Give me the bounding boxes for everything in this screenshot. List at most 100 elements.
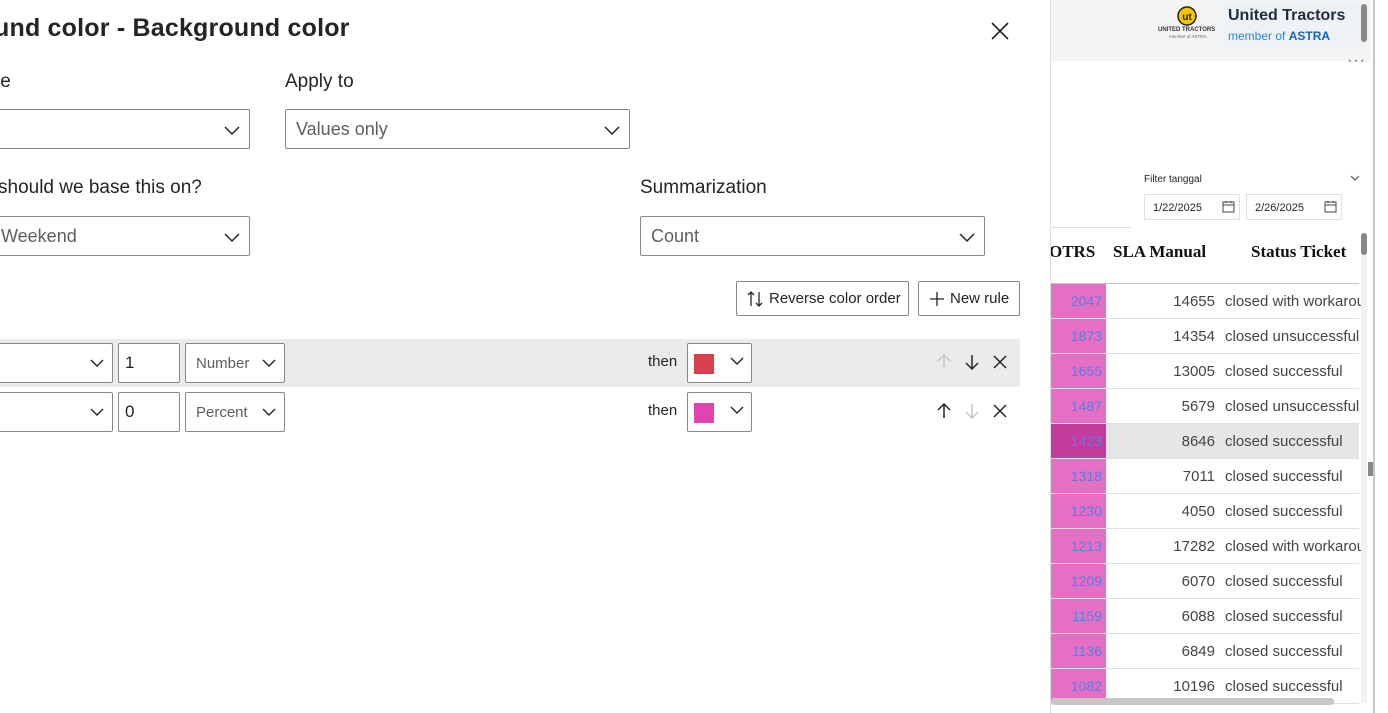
table-row[interactable]: 1213 17282 closed with workarou xyxy=(1051,529,1365,564)
start-date-value: 1/22/2025 xyxy=(1153,202,1202,214)
new-rule-button[interactable]: New rule xyxy=(918,281,1020,316)
sort-arrows-icon xyxy=(747,291,763,307)
table-row[interactable]: 1873 14354 closed unsuccessful xyxy=(1051,319,1359,354)
otrs-cell: 1159 xyxy=(1051,599,1106,633)
otrs-value: 1136 xyxy=(1071,643,1102,659)
sla-manual-value: 10196 xyxy=(1173,678,1215,695)
table-row[interactable]: 1318 7011 closed successful xyxy=(1051,459,1359,494)
plus-icon xyxy=(930,292,944,306)
status-ticket-value: closed unsuccessful xyxy=(1225,398,1360,415)
otrs-value: 1082 xyxy=(1070,678,1102,694)
status-ticket-value: closed with workarou xyxy=(1225,293,1366,310)
column-header-sla-manual[interactable]: SLA Manual xyxy=(1113,242,1206,262)
arrow-down-icon[interactable] xyxy=(963,353,981,371)
chevron-down-icon xyxy=(730,406,744,414)
otrs-value: 1655 xyxy=(1070,363,1102,379)
close-icon[interactable] xyxy=(988,19,1012,43)
sla-manual-value: 8646 xyxy=(1181,433,1215,450)
table-row[interactable]: 1209 6070 closed successful xyxy=(1051,564,1359,599)
arrow-down-icon[interactable] xyxy=(963,402,981,420)
table-row[interactable]: 1655 13005 closed successful xyxy=(1051,354,1359,389)
rule-type-dropdown[interactable]: Number xyxy=(185,343,285,383)
start-date-input[interactable]: 1/22/2025 xyxy=(1144,194,1240,220)
status-ticket-value: closed unsuccessful xyxy=(1225,328,1360,345)
arrow-up-icon[interactable] xyxy=(935,353,953,371)
arrow-up-icon[interactable] xyxy=(935,402,953,420)
logo-caption: UNITED TRACTORS xyxy=(1158,27,1216,33)
brand-box: United Tractors member of ASTRA xyxy=(1223,3,1363,47)
sla-manual-value: 6849 xyxy=(1181,643,1215,660)
table-row[interactable]: 1487 5679 closed unsuccessful xyxy=(1051,389,1359,424)
chevron-down-icon xyxy=(224,233,240,243)
otrs-cell: 1423 xyxy=(1051,424,1106,458)
reverse-color-order-button[interactable]: Reverse color order xyxy=(736,281,909,316)
sla-manual-value: 7011 xyxy=(1182,468,1215,485)
table-scrollbar-track[interactable] xyxy=(1361,233,1367,703)
based-on-value: Weekend xyxy=(1,226,77,246)
otrs-cell: 1318 xyxy=(1051,459,1106,493)
otrs-value: 1318 xyxy=(1070,468,1102,484)
otrs-value: 2047 xyxy=(1070,293,1102,309)
column-header-otrs[interactable]: OTRS xyxy=(1051,242,1095,262)
otrs-cell: 1655 xyxy=(1051,354,1106,388)
status-ticket-value: closed successful xyxy=(1225,363,1343,380)
more-options-icon[interactable]: ··· xyxy=(1347,52,1366,70)
rule-value-input[interactable] xyxy=(118,392,180,432)
sla-manual-value: 14655 xyxy=(1173,293,1215,310)
apply-to-dropdown[interactable]: Values only xyxy=(285,109,630,149)
apply-to-label: Apply to xyxy=(285,71,354,92)
table-row[interactable]: 1423 8646 closed successful xyxy=(1051,424,1359,459)
table-row[interactable]: 2047 14655 closed with workarou xyxy=(1051,284,1365,319)
calendar-icon[interactable] xyxy=(1222,200,1235,213)
sla-manual-value: 6070 xyxy=(1181,573,1215,590)
end-date-input[interactable]: 2/26/2025 xyxy=(1246,194,1342,220)
chevron-down-icon[interactable] xyxy=(1349,172,1361,184)
table-row[interactable]: 1136 6849 closed successful xyxy=(1051,634,1359,669)
rule-operator-dropdown[interactable] xyxy=(0,343,113,383)
table-scrollbar-thumb[interactable] xyxy=(1361,233,1367,255)
divider xyxy=(1051,227,1131,228)
rule-operator-dropdown[interactable] xyxy=(0,392,113,432)
logo-subcaption: member of ASTRA xyxy=(1169,34,1207,39)
column-header-status-ticket[interactable]: Status Ticket xyxy=(1251,242,1346,262)
table-horizontal-scrollbar[interactable] xyxy=(1051,698,1334,705)
sla-manual-value: 5679 xyxy=(1181,398,1215,415)
table-row[interactable]: 1159 6088 closed successful xyxy=(1051,599,1359,634)
based-on-field-dropdown[interactable]: Weekend xyxy=(0,216,250,256)
apply-to-value: Values only xyxy=(296,119,388,139)
filter-title: Filter tanggal xyxy=(1144,174,1202,185)
dialog-title: und color - Background color xyxy=(0,14,350,42)
otrs-cell: 2047 xyxy=(1051,284,1106,318)
otrs-cell: 1213 xyxy=(1051,529,1106,563)
new-rule-label: New rule xyxy=(950,290,1010,307)
rule-color-picker[interactable] xyxy=(687,392,752,432)
status-ticket-value: closed successful xyxy=(1225,433,1343,450)
chevron-down-icon xyxy=(262,359,276,367)
rule-color-picker[interactable] xyxy=(687,343,752,383)
brand-name: United Tractors xyxy=(1228,7,1346,24)
otrs-value: 1423 xyxy=(1070,433,1102,449)
based-on-label: should we base this on? xyxy=(0,177,202,198)
chevron-down-icon xyxy=(90,359,104,367)
delete-rule-icon[interactable] xyxy=(991,402,1009,420)
header-scrollbar[interactable] xyxy=(1361,4,1367,42)
format-style-dropdown[interactable] xyxy=(0,109,250,149)
otrs-cell: 1487 xyxy=(1051,389,1106,423)
otrs-value: 1159 xyxy=(1071,608,1102,624)
calendar-icon[interactable] xyxy=(1324,200,1337,213)
summarization-dropdown[interactable]: Count xyxy=(640,216,985,256)
sla-manual-value: 17282 xyxy=(1173,538,1215,555)
sla-manual-value: 13005 xyxy=(1173,363,1215,380)
table-row[interactable]: 1230 4050 closed successful xyxy=(1051,494,1359,529)
canvas-edge xyxy=(1373,0,1375,713)
conditional-format-dialog: und color - Background color le Apply to… xyxy=(0,0,1050,713)
delete-rule-icon[interactable] xyxy=(991,353,1009,371)
rule-type-dropdown[interactable]: Percent xyxy=(185,392,285,432)
rule-row: Number then xyxy=(0,339,1020,387)
rule-value-input[interactable] xyxy=(118,343,180,383)
status-ticket-value: closed successful xyxy=(1225,678,1343,695)
color-swatch xyxy=(694,403,714,423)
rule-type-value: Number xyxy=(196,355,250,372)
otrs-cell: 1209 xyxy=(1051,564,1106,598)
chevron-down-icon xyxy=(730,357,744,365)
